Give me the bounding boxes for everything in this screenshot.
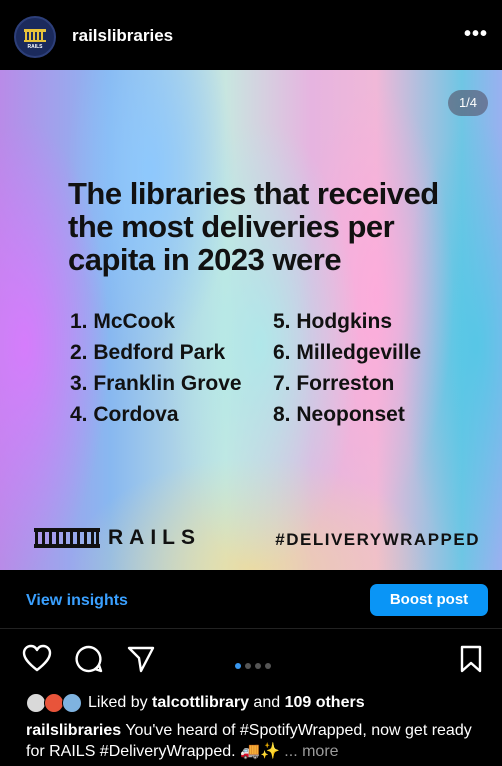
hashtag-label: #DELIVERYWRAPPED [275, 530, 480, 549]
carousel-indicator [235, 656, 275, 674]
post-headline: The libraries that received the most del… [68, 176, 439, 277]
library-list-left: 1. McCook 2. Bedford Park 3. Franklin Gr… [70, 306, 242, 430]
action-row [0, 630, 502, 686]
insights-bar: View insights Boost post [0, 570, 502, 629]
list-item: 3. Franklin Grove [70, 372, 242, 395]
rails-logo-icon: RAILS [24, 29, 46, 50]
list-item: 4. Cordova [70, 403, 179, 426]
username[interactable]: railslibraries [72, 26, 173, 46]
liker-username[interactable]: talcottlibrary [152, 694, 249, 711]
bookmark-icon[interactable] [459, 644, 483, 674]
heart-icon[interactable] [22, 644, 52, 672]
list-item: 2. Bedford Park [70, 341, 226, 364]
list-item: 7. Forreston [273, 372, 395, 395]
avatar-text: RAILS [28, 44, 44, 50]
liker-avatars [26, 693, 88, 715]
likes-text: Liked by talcottlibrary and 109 others [88, 694, 365, 712]
likes-others[interactable]: 109 others [285, 694, 365, 711]
list-item: 1. McCook [70, 310, 176, 333]
comment-icon[interactable] [74, 644, 104, 674]
carousel-dot-active [235, 663, 241, 669]
library-list-right: 5. Hodgkins 6. Milledgeville 7. Forresto… [273, 306, 421, 430]
carousel-counter: 1/4 [448, 90, 488, 116]
post-caption: railslibraries You've heard of #SpotifyW… [26, 720, 492, 762]
liker-avatar [44, 693, 64, 713]
share-icon[interactable] [126, 644, 156, 674]
caption-username[interactable]: railslibraries [26, 722, 121, 739]
carousel-dot [255, 663, 261, 669]
list-item: 8. Neoponset [273, 403, 405, 426]
rails-building-icon [34, 528, 100, 548]
likes-prefix: Liked by [88, 694, 153, 711]
brand-name: RAILS [108, 526, 201, 549]
post-image[interactable]: 1/4 The libraries that received the most… [0, 70, 502, 570]
likes-middle: and [248, 694, 285, 711]
caption-more-link[interactable]: ... more [280, 743, 338, 760]
carousel-dot [265, 663, 271, 669]
view-insights-link[interactable]: View insights [26, 592, 128, 610]
list-item: 5. Hodgkins [273, 310, 393, 333]
carousel-dot [245, 663, 251, 669]
liker-avatar [26, 693, 46, 713]
list-item: 6. Milledgeville [273, 341, 422, 364]
more-options-icon[interactable]: ••• [464, 24, 488, 44]
liker-avatar [62, 693, 82, 713]
boost-post-button[interactable]: Boost post [370, 584, 488, 616]
profile-avatar[interactable]: RAILS [14, 16, 56, 58]
post-header: RAILS railslibraries ••• [0, 0, 502, 70]
